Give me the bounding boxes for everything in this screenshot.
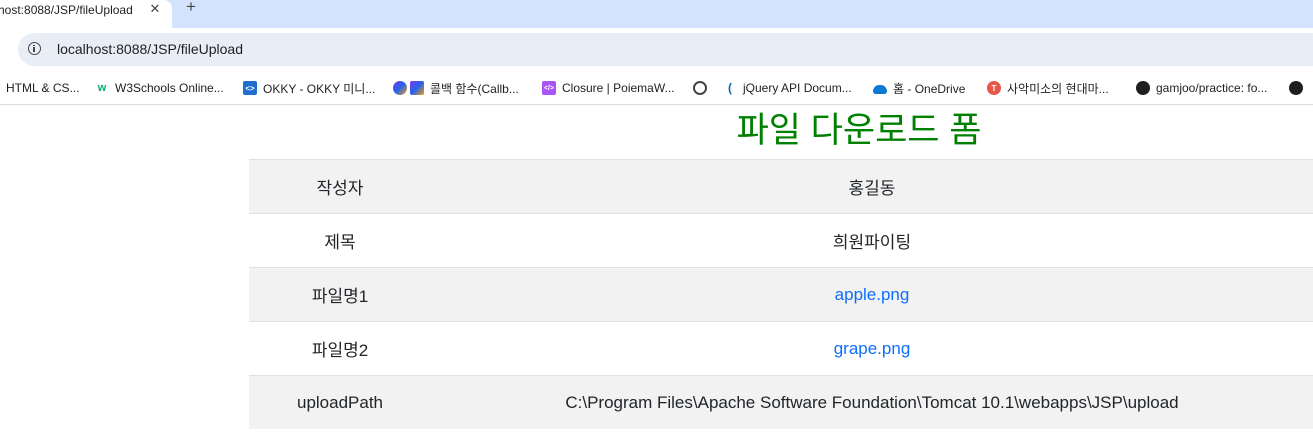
github-icon — [1136, 81, 1150, 95]
file2-cell: grape.png — [431, 321, 1313, 376]
bookmarks-bar: HTML & CS... w W3Schools Online... <> OK… — [0, 72, 1313, 105]
file1-download-link[interactable]: apple.png — [835, 285, 910, 304]
bookmark-w3schools[interactable]: w W3Schools Online... — [95, 79, 224, 97]
browser-tab[interactable]: host:8088/JSP/fileUpload ✕ — [0, 0, 172, 28]
bookmark-github-more[interactable] — [1289, 79, 1309, 97]
bookmark-okky[interactable]: <> OKKY - OKKY 미니... — [243, 79, 375, 97]
file2-label: 파일명2 — [249, 321, 431, 376]
title-value: 희원파이팅 — [431, 213, 1313, 268]
writer-value: 홍길동 — [431, 159, 1313, 214]
bookmark-label: HTML & CS... — [6, 81, 80, 95]
address-bar[interactable]: localhost:8088/JSP/fileUpload — [18, 33, 1313, 66]
table-row-title: 제목 희원파이팅 — [249, 213, 1313, 268]
new-tab-button[interactable]: + — [182, 0, 200, 16]
globe-icon — [693, 81, 707, 95]
poiemaweb-icon: </> — [542, 81, 556, 95]
page-content: 파일 다운로드 폼 작성자 홍길동 제목 희원파이팅 파일명1 apple.pn… — [0, 105, 1313, 443]
bookmark-label: 홈 - OneDrive — [893, 81, 966, 96]
page-title: 파일 다운로드 폼 — [736, 111, 982, 150]
bookmark-html-css[interactable]: HTML & CS... — [6, 79, 80, 97]
tab-strip: host:8088/JSP/fileUpload ✕ + — [0, 0, 1313, 28]
bookmark-onedrive[interactable]: 홈 - OneDrive — [873, 79, 965, 97]
github-icon — [1289, 81, 1303, 95]
table-row-file1: 파일명1 apple.png — [249, 267, 1313, 322]
info-icon[interactable] — [28, 42, 41, 55]
writer-label: 작성자 — [249, 159, 431, 214]
w3schools-icon: w — [97, 82, 107, 94]
bookmark-poiemaweb[interactable]: </> Closure | PoiemaW... — [542, 79, 675, 97]
title-label: 제목 — [249, 213, 431, 268]
blog-icon: T — [987, 81, 1001, 95]
bookmark-callback[interactable]: 콜백 함수(Callb... — [393, 79, 519, 97]
table-row-file2: 파일명2 grape.png — [249, 321, 1313, 376]
bookmark-jquery[interactable]: ( jQuery API Docum... — [723, 79, 852, 97]
file2-download-link[interactable]: grape.png — [834, 339, 911, 358]
upload-path-label: uploadPath — [249, 375, 431, 429]
bookmark-label: W3Schools Online... — [115, 81, 224, 95]
upload-path-value: C:\Program Files\Apache Software Foundat… — [431, 375, 1313, 429]
callback-secondary-icon — [410, 81, 424, 95]
callback-icon — [393, 81, 407, 95]
bookmark-label: OKKY - OKKY 미니... — [263, 81, 376, 96]
tab-title: host:8088/JSP/fileUpload — [0, 3, 133, 17]
url-text[interactable]: localhost:8088/JSP/fileUpload — [57, 41, 243, 58]
bookmark-label: 콜백 함수(Callb... — [430, 81, 519, 96]
table-row-writer: 작성자 홍길동 — [249, 159, 1313, 214]
close-tab-icon[interactable]: ✕ — [147, 1, 163, 17]
table-row-upload-path: uploadPath C:\Program Files\Apache Softw… — [249, 375, 1313, 429]
jquery-icon: ( — [728, 81, 732, 95]
file1-label: 파일명1 — [249, 267, 431, 322]
okky-icon: <> — [243, 81, 257, 95]
bookmark-label: 사악미소의 현대마... — [1007, 81, 1109, 96]
file1-cell: apple.png — [431, 267, 1313, 322]
bookmark-label: gamjoo/practice: fo... — [1156, 81, 1268, 95]
bookmark-blog[interactable]: T 사악미소의 현대마... — [987, 79, 1109, 97]
bookmark-globe[interactable] — [693, 79, 713, 97]
onedrive-icon — [873, 84, 887, 94]
bookmark-label: Closure | PoiemaW... — [562, 81, 675, 95]
bookmark-label: jQuery API Docum... — [743, 81, 852, 95]
browser-toolbar: localhost:8088/JSP/fileUpload — [0, 28, 1313, 72]
file-info-table: 작성자 홍길동 제목 희원파이팅 파일명1 apple.png 파일명2 gra… — [249, 159, 1313, 429]
bookmark-github-gamjoo[interactable]: gamjoo/practice: fo... — [1136, 79, 1267, 97]
